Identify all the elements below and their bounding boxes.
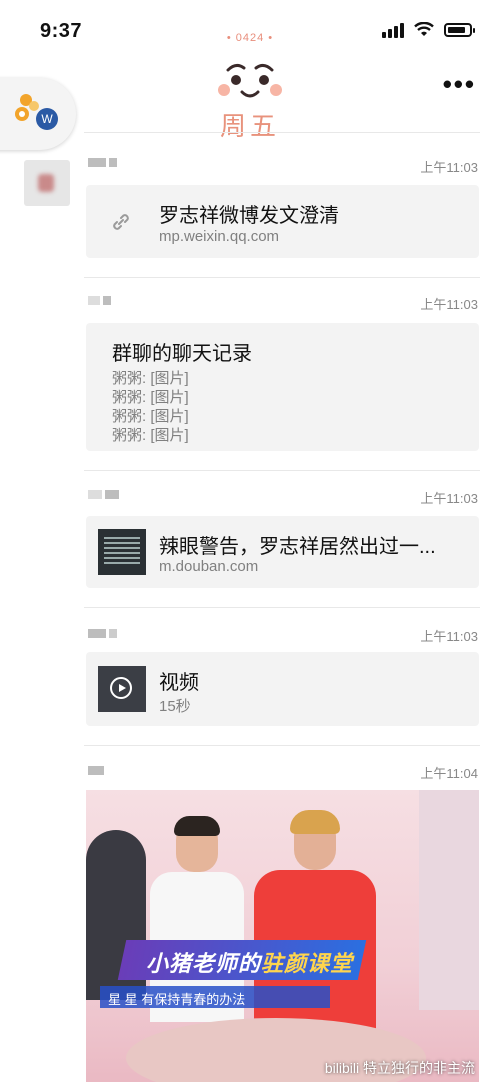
- signal-icon: [382, 22, 404, 38]
- status-time: 9:37: [40, 20, 83, 42]
- sender-name-blurred: [88, 490, 119, 500]
- more-options-button[interactable]: •••: [443, 71, 476, 97]
- chat-record-line: 粥粥: [图片]: [112, 408, 189, 425]
- link-card[interactable]: 罗志祥微博发文澄清 mp.weixin.qq.com: [86, 185, 479, 258]
- favorites-header: • 0424 • 周五: [180, 28, 320, 141]
- battery-icon: [444, 23, 475, 37]
- sender-name-blurred: [88, 629, 117, 639]
- article-thumbnail: [98, 529, 146, 575]
- floating-window-ball[interactable]: W: [0, 78, 76, 150]
- video-title: 视频: [159, 672, 199, 694]
- article-card[interactable]: 辣眼警告，罗志祥居然出过一... m.douban.com: [86, 516, 479, 588]
- chat-record-card[interactable]: 群聊的聊天记录 粥粥: [图片] 粥粥: [图片] 粥粥: [图片] 粥粥: […: [86, 323, 479, 451]
- date-tag: • 0424 •: [226, 32, 274, 44]
- video-duration: 15秒: [159, 698, 191, 715]
- link-icon: [113, 214, 129, 230]
- video-card[interactable]: 视频 15秒: [86, 652, 479, 726]
- chat-record-line: 粥粥: [图片]: [112, 427, 189, 444]
- status-icons: [382, 22, 475, 38]
- divider: [84, 132, 480, 133]
- image-message[interactable]: 小猪老师的驻颜课堂 星 星 有保持青春的办法 bilibili 特立独行的非主流: [86, 790, 479, 1082]
- avatar[interactable]: [24, 160, 70, 206]
- chat-record-line: 粥粥: [图片]: [112, 389, 189, 406]
- message-timestamp: 上午11:03: [420, 629, 478, 644]
- chat-record-title: 群聊的聊天记录: [112, 343, 252, 365]
- divider: [84, 277, 480, 278]
- divider: [84, 470, 480, 471]
- smiley-face-icon: [218, 63, 282, 98]
- message-timestamp: 上午11:04: [420, 766, 478, 781]
- sender-name-blurred: [88, 158, 117, 168]
- video-thumbnail: [98, 666, 146, 712]
- weekday-label: 周五: [219, 111, 280, 141]
- divider: [84, 745, 480, 746]
- article-domain: m.douban.com: [159, 558, 259, 575]
- chat-record-line: 粥粥: [图片]: [112, 370, 189, 387]
- bottom-watermark: bilibili 特立独行的非主流: [324, 1060, 475, 1076]
- divider: [84, 607, 480, 608]
- link-domain: mp.weixin.qq.com: [159, 228, 280, 245]
- message-timestamp: 上午11:03: [420, 160, 478, 175]
- app-badge: W: [36, 108, 58, 130]
- wifi-icon: [414, 22, 434, 36]
- sender-name-blurred: [88, 766, 104, 776]
- play-icon: [110, 677, 132, 699]
- message-timestamp: 上午11:03: [420, 297, 478, 312]
- caption-subtitle: 星 星 有保持青春的办法: [100, 986, 330, 1008]
- caption-text: 小猪老师的驻颜课堂: [146, 951, 354, 976]
- message-timestamp: 上午11:03: [420, 491, 478, 506]
- article-title: 辣眼警告，罗志祥居然出过一...: [159, 536, 436, 558]
- link-title: 罗志祥微博发文澄清: [159, 205, 339, 227]
- sender-name-blurred: [88, 296, 111, 306]
